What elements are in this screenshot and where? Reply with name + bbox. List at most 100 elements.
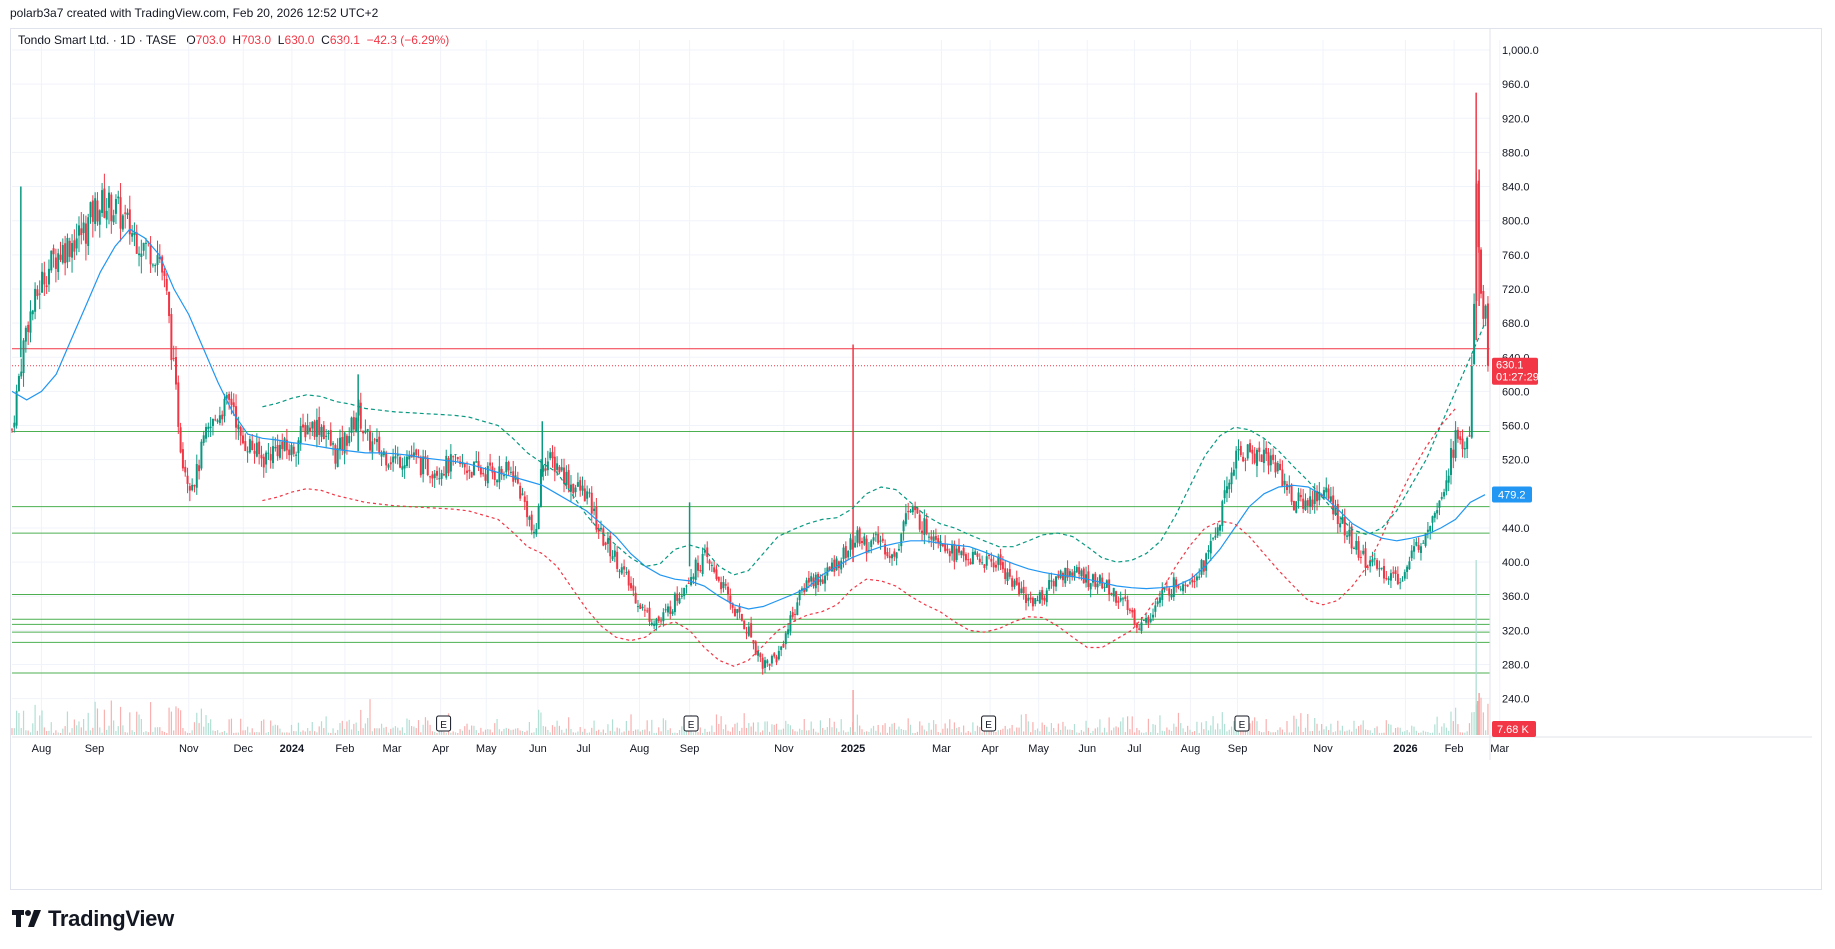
volume-bar [570,728,572,735]
volume-bar [1217,723,1219,735]
candle-body [1387,578,1390,580]
candle-body [1394,570,1397,575]
volume-bar [773,724,775,735]
candle-body [521,493,524,496]
volume-bar [468,729,470,735]
volume-bar [196,712,198,735]
candle-body [371,441,374,453]
volume-bar [168,707,170,735]
volume-bar [759,732,761,735]
candle-body [1373,558,1376,560]
candle-body [881,538,884,541]
candle-body [350,417,353,433]
candle-body [724,583,727,586]
volume-bar [1307,713,1309,735]
candle-body [1052,580,1055,587]
candle-body [267,452,270,454]
volume-bar [1404,731,1406,735]
candle-body [184,466,187,473]
volume-bar [1272,732,1274,735]
candle-body [840,560,843,570]
volume-bar [180,710,182,735]
candle-body [835,558,838,571]
volume-bar [907,718,909,735]
candle-body [239,427,242,436]
candle-body [114,199,117,214]
volume-bar [159,727,161,735]
volume-bar [145,731,147,735]
volume-bar [281,732,283,735]
volume-bar [1189,729,1191,735]
candle-body [1006,572,1009,582]
volume-bar [565,728,567,735]
candle-body [1482,291,1485,319]
volume-bar [1445,727,1447,735]
candle-body [969,561,972,565]
candle-body [399,457,402,468]
candle-body [112,215,115,223]
tradingview-brand: TradingView [48,906,174,931]
volume-bar [993,731,995,735]
volume-bar [727,730,729,735]
volume-bar [475,730,477,735]
volume-bar [1263,732,1265,735]
candle-body [1352,547,1355,549]
candle-body [50,250,53,271]
candle-body [733,608,736,617]
candle-body [618,570,621,572]
candle-body [666,606,669,613]
candle-body [1031,597,1034,607]
candle-body [1237,448,1240,451]
volume-bar [1150,732,1152,735]
x-tick-label: Apr [432,743,449,755]
candle-body [807,577,810,583]
volume-bar [616,727,618,735]
volume-bar [283,732,286,735]
volume-bar [20,727,22,735]
volume-bar [304,731,306,735]
candle-body [860,541,863,544]
volume-bar [1471,712,1473,735]
candle-body [205,426,208,439]
volume-bar [1277,729,1279,735]
candle-body [1408,561,1411,570]
volume-bar [76,725,78,735]
volume-bar [1057,723,1059,735]
candle-body [821,579,824,584]
candle-body [327,432,330,434]
volume-bar [452,731,454,735]
candle-body [258,441,261,455]
candle-body [269,454,272,461]
candle-body [306,425,309,435]
volume-bar [332,728,334,735]
y-tick-label: 680.0 [1502,318,1530,330]
volume-bar [995,732,997,735]
candle-body [45,285,48,288]
y-tick-label: 800.0 [1502,216,1530,228]
volume-bar [156,727,159,735]
candle-body [1246,444,1249,459]
candle-body [313,421,316,437]
candle-body [1244,459,1247,461]
candle-body [805,580,808,592]
y-tick-label: 600.0 [1502,386,1530,398]
x-tick-label: 2024 [280,743,305,755]
candle-body [1172,577,1175,597]
candle-body [569,484,572,492]
volume-bar [309,730,311,735]
candle-body [1117,600,1120,603]
candle-body [1080,570,1083,577]
candle-body [64,243,67,264]
volume-bar [847,731,849,735]
volume-bar [36,730,39,735]
candle-body [1396,573,1399,585]
tradingview-logo[interactable]: TradingView [12,906,174,932]
candle-body [1191,579,1194,583]
volume-bar [632,730,634,735]
volume-bar [877,724,879,735]
volume-bar [782,728,785,735]
candle-body [91,200,94,222]
candle-body [43,272,46,285]
price-chart[interactable]: 1,000.0 960.0 920.0 880.0 840.0 800.0 760.0 720… [0,0,1835,949]
volume-bar [1115,726,1117,735]
